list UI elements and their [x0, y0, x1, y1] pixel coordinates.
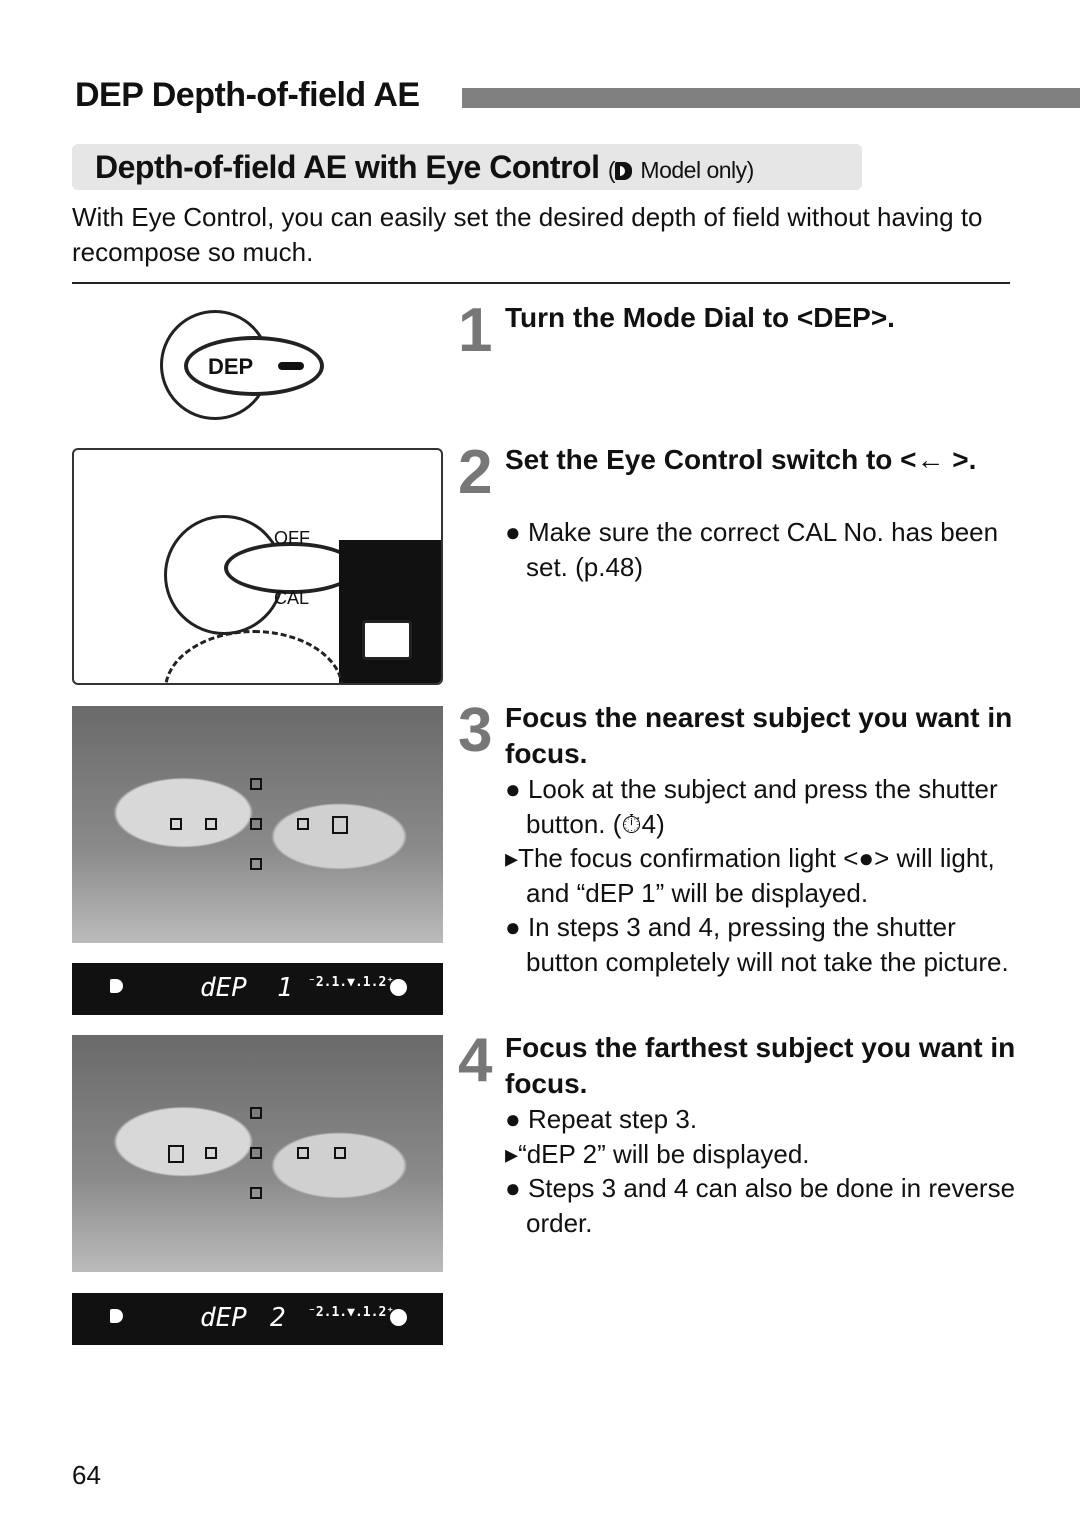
lcd-text: dEP	[200, 1303, 247, 1333]
viewfinder-display-2: dEP 2 ⁻2.1.▼.1.2⁺	[72, 1293, 443, 1345]
step-number: 2	[458, 438, 493, 507]
step-title: Focus the nearest subject you want in fo…	[505, 702, 1013, 769]
step-number: 4	[458, 1026, 493, 1095]
step-title: Set the Eye Control switch to <← >.	[505, 444, 977, 475]
step-body: ● Look at the subject and press the shut…	[505, 772, 1025, 979]
item-text: Make sure the correct CAL No. has been s…	[526, 517, 999, 582]
note-paren: (	[607, 157, 616, 183]
model-note: Model only)	[640, 157, 754, 183]
item-text: Repeat step 3.	[527, 1104, 698, 1134]
switch-off-label: OFF	[274, 528, 310, 548]
divider	[72, 282, 1010, 284]
list-item: ▸“dEP 2” will be displayed.	[505, 1138, 810, 1169]
exposure-scale: ⁻2.1.▼.1.2⁺	[308, 1305, 395, 1320]
eye-control-icon	[110, 1309, 123, 1323]
step-number: 1	[458, 296, 493, 365]
page-heading: DEP Depth-of-field AE	[75, 76, 420, 114]
photo-nearest-focus	[72, 706, 443, 943]
focus-confirmation-icon	[390, 1309, 407, 1326]
heading-bar	[462, 88, 1080, 108]
step-title: Focus the farthest subject you want in f…	[505, 1032, 1016, 1099]
mode-dial-figure: DEP	[160, 300, 330, 428]
focus-confirmation-icon	[390, 979, 407, 996]
list-item: ▸The focus confirmation light <●> will l…	[505, 843, 995, 908]
exposure-scale: ⁻2.1.▼.1.2⁺	[308, 975, 395, 990]
lcd-value: 1	[277, 973, 293, 1003]
switch-cal-label: CAL	[274, 588, 310, 608]
item-text: The focus confirmation light <●> will li…	[518, 843, 995, 908]
list-item: ● Repeat step 3.	[505, 1104, 698, 1134]
intro-text: With Eye Control, you can easily set the…	[72, 202, 983, 267]
step-body: ● Make sure the correct CAL No. has been…	[505, 515, 1025, 584]
list-item: ● In steps 3 and 4, pressing the shutter…	[505, 912, 1009, 977]
lcd-value: 2	[270, 1303, 286, 1333]
item-text: In steps 3 and 4, pressing the shutter b…	[526, 912, 1009, 977]
step-number: 3	[458, 696, 493, 765]
item-text: Look at the subject and press the shutte…	[526, 774, 998, 839]
section-title: Depth-of-field AE with Eye Control ( Mod…	[95, 149, 754, 186]
viewfinder-display-1: dEP 1 ⁻2.1.▼.1.2⁺	[72, 963, 443, 1015]
eye-control-icon	[110, 979, 123, 993]
step-body: ● Repeat step 3. ▸“dEP 2” will be displa…	[505, 1102, 1025, 1240]
item-text: “dEP 2” will be displayed.	[518, 1138, 810, 1169]
dial-dep-label: DEP	[208, 354, 254, 379]
photo-farthest-focus	[72, 1035, 443, 1272]
lcd-text: dEP	[200, 973, 247, 1003]
section-title-text: Depth-of-field AE with Eye Control	[95, 149, 600, 185]
list-item: ● Steps 3 and 4 can also be done in reve…	[505, 1173, 1016, 1238]
item-text: Steps 3 and 4 can also be done in revers…	[526, 1173, 1016, 1238]
step-title: Turn the Mode Dial to <DEP>.	[505, 302, 895, 333]
eye-control-switch-figure: OFF CAL	[72, 448, 443, 685]
eye-control-icon	[615, 162, 633, 180]
list-item: ● Look at the subject and press the shut…	[505, 774, 998, 839]
list-item: ● Make sure the correct CAL No. has been…	[505, 517, 999, 582]
page-number: 64	[72, 1460, 101, 1490]
